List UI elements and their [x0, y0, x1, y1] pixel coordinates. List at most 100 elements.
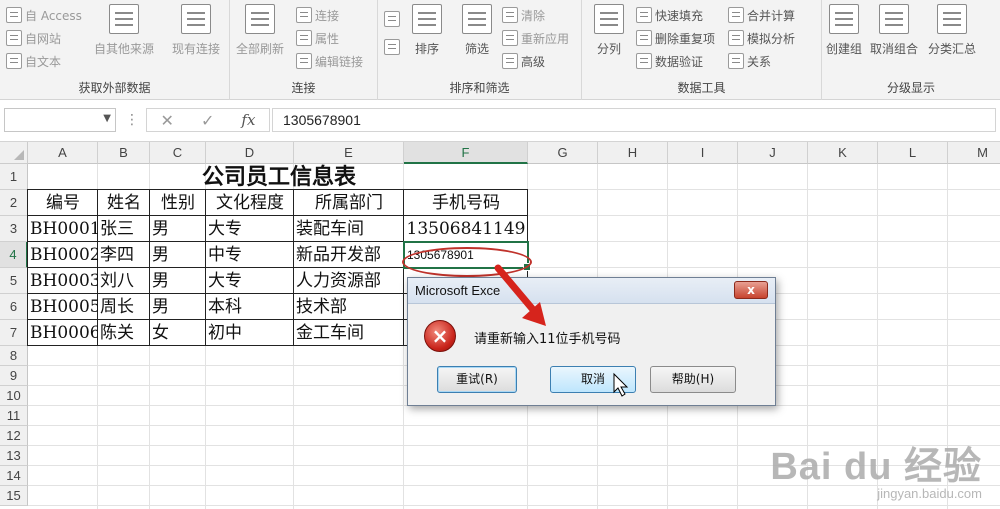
column-header[interactable]: D: [206, 142, 294, 164]
table-header-cell[interactable]: 性别: [150, 190, 206, 216]
table-cell[interactable]: 技术部: [294, 294, 408, 320]
table-cell[interactable]: BH0005: [28, 294, 98, 320]
filter-button[interactable]: 筛选: [462, 4, 492, 57]
group-button[interactable]: 创建组: [826, 4, 862, 57]
column-header[interactable]: C: [150, 142, 206, 164]
flash-fill-button[interactable]: 快速填充: [636, 4, 703, 26]
subtotal-button[interactable]: 分类汇总: [928, 4, 976, 57]
existing-connections-button[interactable]: 现有连接: [172, 4, 220, 57]
formula-bar: ▼ ⋮ ✕ ✓ fx 1305678901: [0, 100, 1000, 142]
reapply-button[interactable]: 重新应用: [502, 27, 569, 49]
column-header[interactable]: F: [404, 142, 528, 164]
table-cell[interactable]: 男: [150, 268, 206, 294]
column-header[interactable]: A: [28, 142, 98, 164]
table-cell[interactable]: 张三: [98, 216, 150, 242]
connections-button[interactable]: 连接: [296, 4, 339, 26]
sort-za-button[interactable]: [384, 36, 400, 58]
table-cell[interactable]: 新品开发部: [294, 242, 408, 268]
row-header[interactable]: 14: [0, 466, 28, 486]
table-cell[interactable]: 初中: [206, 320, 294, 346]
retry-button[interactable]: 重试(R): [437, 366, 517, 393]
row-header[interactable]: 15: [0, 486, 28, 506]
row-header[interactable]: 2: [0, 190, 28, 216]
advanced-filter-icon: [502, 53, 518, 69]
column-header[interactable]: E: [294, 142, 404, 164]
column-header[interactable]: G: [528, 142, 598, 164]
table-cell[interactable]: 本科: [206, 294, 294, 320]
from-access-button[interactable]: 自 Access: [6, 4, 82, 26]
row-header[interactable]: 13: [0, 446, 28, 466]
row-header[interactable]: 3: [0, 216, 28, 242]
row-header[interactable]: 7: [0, 320, 28, 346]
table-cell[interactable]: 金工车间: [294, 320, 408, 346]
chevron-down-icon[interactable]: ▼: [103, 113, 111, 124]
sort-button[interactable]: 排序: [412, 4, 442, 57]
table-cell[interactable]: 周长: [98, 294, 150, 320]
row-header[interactable]: 9: [0, 366, 28, 386]
table-header-cell[interactable]: 姓名: [98, 190, 150, 216]
cancel-icon[interactable]: ✕: [161, 111, 174, 130]
ungroup-button[interactable]: 取消组合: [870, 4, 918, 57]
table-cell[interactable]: BH0003: [28, 268, 98, 294]
consolidate-button[interactable]: 合并计算: [728, 4, 795, 26]
sort-az-button[interactable]: [384, 8, 400, 30]
row-header[interactable]: 10: [0, 386, 28, 406]
table-cell[interactable]: 男: [150, 242, 206, 268]
row-header[interactable]: 4: [0, 242, 28, 268]
cancel-button[interactable]: 取消: [550, 366, 636, 393]
table-cell[interactable]: BH0001: [28, 216, 98, 242]
table-cell[interactable]: 人力资源部: [294, 268, 408, 294]
advanced-filter-button[interactable]: 高级: [502, 50, 545, 72]
what-if-analysis-button[interactable]: 模拟分析: [728, 27, 795, 49]
row-header[interactable]: 6: [0, 294, 28, 320]
data-validation-button[interactable]: 数据验证: [636, 50, 703, 72]
table-cell[interactable]: 陈关: [98, 320, 150, 346]
table-cell[interactable]: 刘八: [98, 268, 150, 294]
table-cell[interactable]: 13506841149: [404, 216, 528, 242]
table-cell[interactable]: BH0002: [28, 242, 98, 268]
properties-button[interactable]: 属性: [296, 27, 339, 49]
select-all-corner[interactable]: [0, 142, 28, 164]
table-header-cell[interactable]: 文化程度: [206, 190, 294, 216]
row-header[interactable]: 8: [0, 346, 28, 366]
row-header[interactable]: 12: [0, 426, 28, 446]
from-other-sources-button[interactable]: 自其他来源: [94, 4, 154, 57]
formula-input[interactable]: 1305678901: [272, 108, 996, 132]
table-cell[interactable]: 大专: [206, 268, 294, 294]
table-cell[interactable]: 男: [150, 294, 206, 320]
dialog-titlebar[interactable]: Microsoft Exce x: [408, 278, 775, 304]
row-header[interactable]: 11: [0, 406, 28, 426]
column-header[interactable]: B: [98, 142, 150, 164]
table-cell[interactable]: 男: [150, 216, 206, 242]
table-header-cell[interactable]: 手机号码: [404, 190, 528, 216]
from-text-button[interactable]: 自文本: [6, 50, 61, 72]
table-header-cell[interactable]: 所属部门: [294, 190, 404, 216]
row-header[interactable]: 1: [0, 164, 28, 190]
table-header-cell[interactable]: 编号: [28, 190, 98, 216]
insert-function-icon[interactable]: fx: [241, 111, 255, 129]
column-header[interactable]: H: [598, 142, 668, 164]
column-header[interactable]: I: [668, 142, 738, 164]
table-cell[interactable]: 装配车间: [294, 216, 408, 242]
column-header[interactable]: K: [808, 142, 878, 164]
enter-check-icon[interactable]: ✓: [201, 111, 214, 130]
table-cell[interactable]: 李四: [98, 242, 150, 268]
relationships-button[interactable]: 关系: [728, 50, 771, 72]
row-header[interactable]: 5: [0, 268, 28, 294]
column-header[interactable]: L: [878, 142, 948, 164]
table-cell[interactable]: BH0006: [28, 320, 98, 346]
text-to-columns-button[interactable]: 分列: [594, 4, 624, 57]
help-button[interactable]: 帮助(H): [650, 366, 736, 393]
from-web-button[interactable]: 自网站: [6, 27, 61, 49]
column-header[interactable]: J: [738, 142, 808, 164]
refresh-all-button[interactable]: 全部刷新: [236, 4, 284, 57]
clear-filter-button[interactable]: 清除: [502, 4, 545, 26]
table-cell[interactable]: 女: [150, 320, 206, 346]
name-box[interactable]: ▼: [4, 108, 116, 132]
remove-duplicates-button[interactable]: 删除重复项: [636, 27, 715, 49]
edit-links-button[interactable]: 编辑链接: [296, 50, 363, 72]
close-button[interactable]: x: [734, 281, 768, 299]
table-cell[interactable]: 中专: [206, 242, 294, 268]
column-header[interactable]: M: [948, 142, 1000, 164]
table-cell[interactable]: 大专: [206, 216, 294, 242]
